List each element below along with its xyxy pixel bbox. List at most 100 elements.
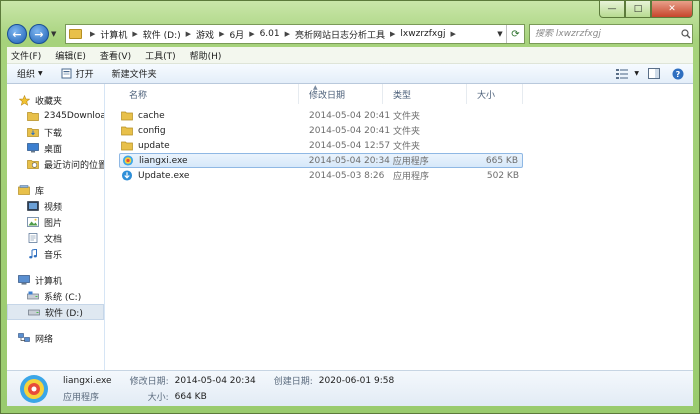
change-view-button[interactable]	[613, 67, 631, 81]
breadcrumb-separator[interactable]: ▶	[186, 30, 191, 38]
new-folder-button[interactable]: 新建文件夹	[112, 67, 157, 80]
address-bar[interactable]: ▶ 计算机 ▶ 软件 (D:) ▶ 游戏 ▶ 6月 ▶ 6.01 ▶ 亮析网站日…	[65, 24, 525, 44]
file-date: 2014-05-04 20:41	[309, 110, 391, 121]
refresh-button[interactable]: ⟳	[506, 25, 524, 43]
pictures-icon	[27, 217, 39, 228]
file-row-cache[interactable]: cache 2014-05-04 20:41 文件夹	[119, 108, 693, 123]
folder-icon	[69, 29, 82, 39]
sidebar-libraries[interactable]: 库	[7, 182, 104, 198]
sidebar-item-label: 文档	[44, 234, 63, 245]
view-options-dropdown[interactable]: ▼	[634, 70, 639, 77]
breadcrumb-current[interactable]: lxwzrzfxgj	[400, 29, 445, 39]
breadcrumb-tool[interactable]: 亮析网站日志分析工具	[295, 28, 385, 41]
breadcrumb-separator[interactable]: ▶	[219, 30, 224, 38]
column-header-date[interactable]: 修改日期	[299, 84, 383, 104]
sidebar-computer[interactable]: 计算机	[7, 272, 104, 288]
explorer-window: — □ ✕ ← → ▼ ▶ 计算机 ▶ 软件 (D:) ▶ 游戏 ▶ 6月 ▶ …	[0, 0, 700, 414]
minimize-button[interactable]: —	[599, 1, 625, 18]
breadcrumb-computer[interactable]: 计算机	[100, 28, 127, 41]
sidebar-computer-label: 计算机	[35, 276, 63, 287]
recent-pages-dropdown[interactable]: ▼	[51, 24, 61, 44]
breadcrumb-june[interactable]: 6月	[229, 28, 244, 41]
column-headers: 名称 修改日期 类型 大小	[119, 84, 693, 104]
preview-pane-button[interactable]	[645, 67, 663, 81]
view-list-icon	[616, 68, 629, 79]
breadcrumb-separator[interactable]: ▶	[249, 30, 254, 38]
address-row: ← → ▼ ▶ 计算机 ▶ 软件 (D:) ▶ 游戏 ▶ 6月 ▶ 6.01 ▶…	[7, 23, 693, 45]
address-history-dropdown[interactable]: ▼	[494, 25, 506, 43]
file-name-cell: cache	[119, 108, 299, 123]
file-row-liangxi-exe[interactable]: liangxi.exe 2014-05-04 20:34 应用程序 665 KB	[119, 153, 523, 168]
sidebar-item-drive-c[interactable]: 系统 (C:)	[7, 288, 104, 304]
file-row-update-folder[interactable]: update 2014-05-04 12:57 文件夹	[119, 138, 693, 153]
close-button[interactable]: ✕	[651, 1, 693, 18]
file-type: 文件夹	[393, 112, 421, 122]
sidebar-item-music[interactable]: 音乐	[7, 246, 104, 262]
maximize-button[interactable]: □	[625, 1, 651, 18]
breadcrumb-separator[interactable]: ▶	[285, 30, 290, 38]
details-modified-value: 2014-05-04 20:34	[174, 375, 256, 386]
file-size: 502 KB	[486, 170, 519, 181]
menu-file[interactable]: 文件(F)	[11, 49, 41, 62]
downloads-folder-icon	[27, 127, 39, 138]
sidebar-network[interactable]: 网络	[7, 330, 104, 346]
open-icon	[61, 68, 72, 79]
sidebar-item-label: 系统 (C:)	[44, 292, 82, 303]
file-type: 应用程序	[392, 157, 429, 167]
sidebar-item-2345downloads[interactable]: 2345Downloads	[7, 108, 104, 124]
search-input[interactable]	[535, 29, 680, 39]
desktop-icon	[27, 143, 39, 154]
search-icon[interactable]	[679, 29, 692, 39]
back-arrow-icon: ←	[12, 27, 22, 41]
sidebar-item-label: 桌面	[44, 144, 63, 155]
sidebar-favorites[interactable]: 收藏夹	[7, 92, 104, 108]
breadcrumb-601[interactable]: 6.01	[260, 29, 280, 39]
column-header-name[interactable]: 名称	[119, 84, 299, 104]
file-type: 应用程序	[393, 172, 430, 182]
column-header-type[interactable]: 类型	[383, 84, 467, 104]
recent-places-icon	[27, 159, 39, 170]
file-name-cell: Update.exe	[119, 168, 299, 183]
menu-help[interactable]: 帮助(H)	[190, 49, 222, 62]
menu-tools[interactable]: 工具(T)	[145, 49, 176, 62]
breadcrumb-separator[interactable]: ▶	[90, 30, 95, 38]
sidebar-item-pictures[interactable]: 图片	[7, 214, 104, 230]
breadcrumb-games[interactable]: 游戏	[196, 28, 214, 41]
forward-button[interactable]: →	[29, 24, 49, 44]
sidebar-item-label: 图片	[44, 218, 63, 229]
details-created-label: 创建日期:	[273, 377, 313, 387]
file-row-update-exe[interactable]: Update.exe 2014-05-03 8:26 应用程序 502 KB	[119, 168, 693, 183]
breadcrumb-separator[interactable]: ▶	[450, 30, 455, 38]
organize-button[interactable]: 组织 ▼	[17, 67, 43, 80]
breadcrumb-drive-d[interactable]: 软件 (D:)	[143, 28, 181, 41]
liangxi-app-icon	[20, 374, 48, 403]
sidebar-item-label: 视频	[44, 202, 63, 213]
file-name: liangxi.exe	[139, 155, 188, 166]
network-icon	[18, 333, 30, 344]
breadcrumb-separator[interactable]: ▶	[390, 30, 395, 38]
file-name: Update.exe	[138, 170, 190, 181]
menu-edit[interactable]: 编辑(E)	[55, 49, 86, 62]
menu-view[interactable]: 查看(V)	[100, 49, 131, 62]
file-row-config[interactable]: config 2014-05-04 20:41 文件夹	[119, 123, 693, 138]
documents-icon	[27, 233, 39, 244]
sidebar-item-drive-d[interactable]: 软件 (D:)	[7, 304, 104, 320]
folder-icon	[121, 111, 133, 121]
sidebar-item-downloads[interactable]: 下载	[7, 124, 104, 140]
file-size	[467, 123, 523, 138]
breadcrumb-separator[interactable]: ▶	[132, 30, 137, 38]
open-label: 打开	[75, 70, 94, 80]
sidebar-item-documents[interactable]: 文档	[7, 230, 104, 246]
sidebar-libraries-label: 库	[35, 186, 45, 197]
help-button[interactable]: ?	[669, 67, 687, 81]
file-date: 2014-05-03 8:26	[309, 170, 385, 181]
sidebar-item-videos[interactable]: 视频	[7, 198, 104, 214]
back-button[interactable]: ←	[7, 24, 27, 44]
libraries-icon	[18, 185, 30, 196]
details-modified-label: 修改日期:	[129, 377, 169, 387]
sidebar-item-desktop[interactable]: 桌面	[7, 140, 104, 156]
svg-text:?: ?	[676, 70, 681, 79]
column-header-size[interactable]: 大小	[467, 84, 523, 104]
open-button[interactable]: 打开	[61, 67, 94, 80]
sidebar-item-recent-places[interactable]: 最近访问的位置	[7, 156, 104, 172]
